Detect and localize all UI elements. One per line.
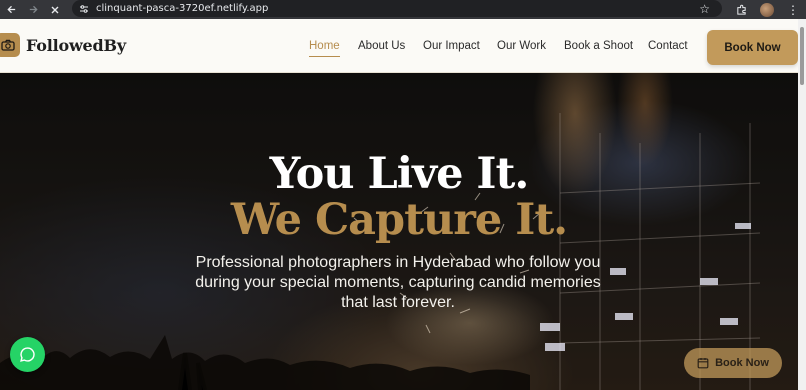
profile-avatar[interactable] (754, 2, 780, 17)
back-arrow-icon[interactable] (0, 0, 22, 19)
extensions-icon[interactable] (728, 4, 754, 15)
nav-home[interactable]: Home (309, 40, 340, 57)
hero-title-line2: We Capture It. (230, 195, 568, 245)
nav-book-a-shoot[interactable]: Book a Shoot (564, 40, 633, 52)
floating-book-now-button[interactable]: Book Now (684, 348, 782, 378)
camera-icon (0, 33, 20, 57)
page-scrollbar[interactable] (798, 19, 806, 390)
stop-loading-icon[interactable] (44, 0, 66, 19)
scrollbar-thumb[interactable] (800, 27, 804, 85)
site-settings-icon[interactable] (76, 4, 92, 14)
whatsapp-chat-button[interactable] (10, 337, 45, 372)
brand-logo[interactable]: FollowedBy (0, 33, 126, 57)
hero-subtitle: Professional photographers in Hyderabad … (195, 254, 601, 311)
floating-book-now-label: Book Now (715, 357, 769, 369)
site-header: FollowedBy Home About Us Our Impact Our … (0, 19, 798, 73)
browser-toolbar: clinquant-pasca-3720ef.netlify.app ☆ ⋮ (0, 0, 806, 19)
hero-title-line1: You Live It. (269, 149, 530, 199)
calendar-icon (697, 357, 709, 369)
url-text: clinquant-pasca-3720ef.netlify.app (96, 3, 269, 14)
book-now-button[interactable]: Book Now (707, 30, 798, 65)
hero-section: You Live It. We Capture It. Professional… (0, 73, 798, 390)
brand-name: FollowedBy (26, 35, 126, 55)
nav-our-impact[interactable]: Our Impact (423, 40, 480, 52)
nav-contact[interactable]: Contact (648, 40, 688, 52)
more-menu-icon[interactable]: ⋮ (780, 3, 806, 17)
nav-about-us[interactable]: About Us (358, 40, 405, 52)
bookmark-star-icon[interactable]: ☆ (699, 2, 710, 16)
web-page: FollowedBy Home About Us Our Impact Our … (0, 19, 798, 390)
address-bar[interactable]: clinquant-pasca-3720ef.netlify.app ☆ (72, 0, 722, 17)
chat-bubble-icon (19, 346, 36, 363)
nav-our-work[interactable]: Our Work (497, 40, 546, 52)
forward-arrow-icon[interactable] (22, 0, 44, 19)
